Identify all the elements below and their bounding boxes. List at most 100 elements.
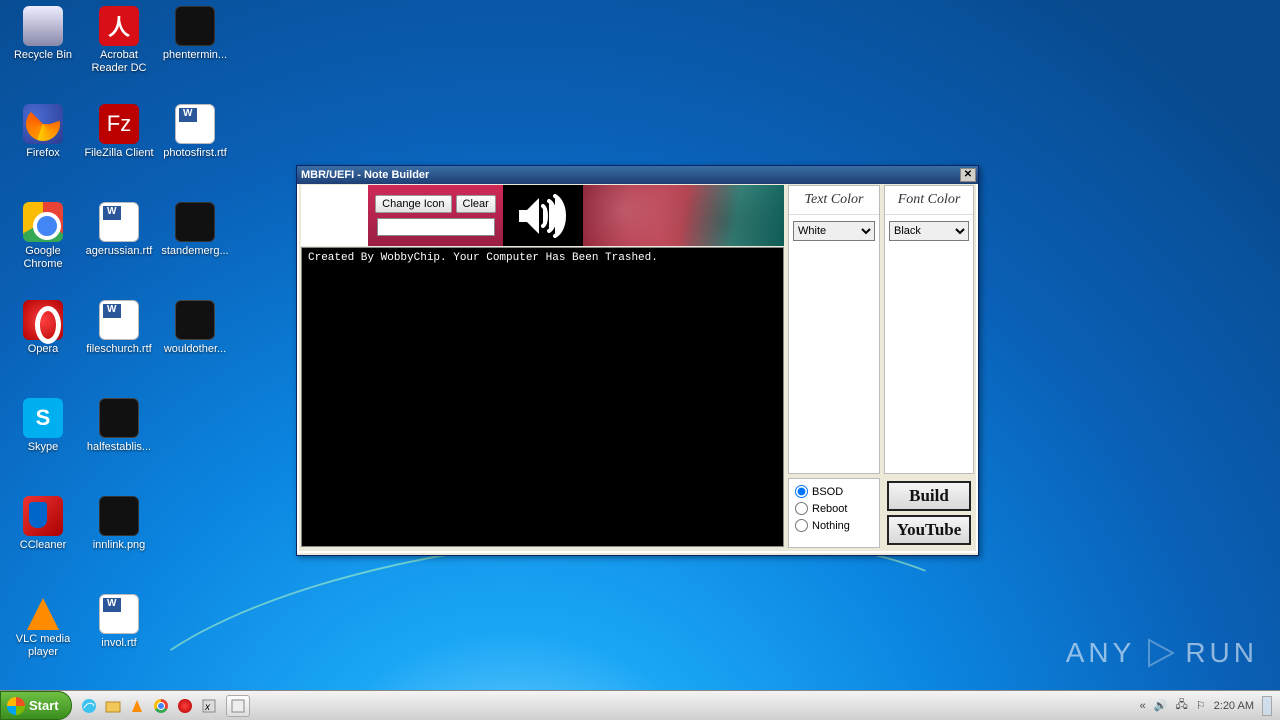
window-title: MBR/UEFI - Note Builder [301,169,960,181]
desktop-icon-label: agerussian.rtf [82,245,156,258]
windows-logo-icon [7,697,25,715]
svg-text:x: x [204,702,211,713]
change-icon-button[interactable]: Change Icon [375,195,451,213]
ff-icon [23,104,63,144]
desktop-icon[interactable]: agerussian.rtf [82,202,156,258]
banner-art [583,185,784,246]
explorer-icon[interactable] [102,695,124,717]
desktop-icon-label: standemerg... [158,245,232,258]
desktop-icon-label: wouldother... [158,343,232,356]
font-color-panel: Font Color Black [884,185,974,474]
radio-reboot[interactable]: Reboot [795,502,873,515]
desktop-icon-label: fileschurch.rtf [82,343,156,356]
desktop-icon-label: Firefox [6,147,80,160]
img-icon [175,300,215,340]
payload-radios: BSOD Reboot Nothing [788,478,880,548]
vlc-icon [27,598,59,630]
desktop-icon[interactable]: phentermin... [158,6,232,62]
flag-icon[interactable]: ⚐ [1196,699,1206,712]
desktop-icon-label: CCleaner [6,539,80,552]
doc-icon [175,104,215,144]
radio-label: BSOD [812,486,843,498]
desktop-icon[interactable]: VLC media player [6,594,80,659]
desktop-icon-label: Skype [6,441,80,454]
desktop-icon[interactable]: innlink.png [82,496,156,552]
sound-icon[interactable] [503,185,583,246]
ie-icon[interactable] [78,695,100,717]
start-button[interactable]: Start [0,691,72,720]
console-output[interactable]: Created By WobbyChip. Your Computer Has … [301,247,784,547]
desktop-icon[interactable]: Recycle Bin [6,6,80,62]
doc-icon [99,594,139,634]
doc-icon [99,300,139,340]
desktop-icon-label: FileZilla Client [82,147,156,160]
quick-launch: x [78,695,220,717]
desktop-icon-label: halfestablis... [82,441,156,454]
desktop-icon[interactable]: wouldother... [158,300,232,356]
desktop-icon-label: VLC media player [6,633,80,659]
doc-icon [99,202,139,242]
titlebar[interactable]: MBR/UEFI - Note Builder ✕ [297,166,978,184]
desktop-icon-label: Opera [6,343,80,356]
anyrun-watermark: ANY RUN [1066,636,1258,670]
icon-preview [301,185,368,246]
desktop-icon[interactable]: CCleaner [6,496,80,552]
desktop-icon[interactable]: Firefox [6,104,80,160]
desktop-icon-label: Google Chrome [6,245,80,271]
tray-expand-icon[interactable]: « [1140,700,1146,712]
radio-label: Nothing [812,520,850,532]
taskbar: Start x « 🔊 🖧 ⚐ 2:20 AM [0,690,1280,720]
radio-input[interactable] [795,502,808,515]
text-color-header: Text Color [789,186,879,215]
desktop-icon[interactable]: Google Chrome [6,202,80,271]
desktop: Recycle Bin 人 Acrobat Reader DCphentermin.… [0,0,1280,720]
chrome-icon[interactable] [150,695,172,717]
skype-icon: S [23,398,63,438]
bin-icon [23,6,63,46]
banner: Change Icon Clear [301,185,784,246]
desktop-icon-label: Acrobat Reader DC [82,49,156,75]
font-color-header: Font Color [885,186,973,215]
close-icon[interactable]: ✕ [960,168,976,182]
youtube-button[interactable]: YouTube [887,515,971,545]
desktop-icon[interactable]: Fz FileZilla Client [82,104,156,160]
desktop-icon[interactable]: S Skype [6,398,80,454]
app-icon[interactable]: x [198,695,220,717]
volume-icon[interactable]: 🔊 [1154,699,1168,712]
dark-icon [175,6,215,46]
icon-path-input[interactable] [377,218,495,236]
clock[interactable]: 2:20 AM [1214,700,1254,712]
radio-input[interactable] [795,519,808,532]
text-color-select[interactable]: White [793,221,875,241]
font-color-select[interactable]: Black [889,221,969,241]
desktop-icon-label: invol.rtf [82,637,156,650]
desktop-icon[interactable]: invol.rtf [82,594,156,650]
desktop-icon-label: photosfirst.rtf [158,147,232,160]
desktop-icon[interactable]: 人 Acrobat Reader DC [82,6,156,75]
network-icon[interactable]: 🖧 [1176,696,1188,715]
radio-nothing[interactable]: Nothing [795,519,873,532]
build-button[interactable]: Build [887,481,971,511]
radio-bsod[interactable]: BSOD [795,485,873,498]
clear-button[interactable]: Clear [456,195,496,213]
taskbar-running-app[interactable] [226,695,250,717]
desktop-icon[interactable]: fileschurch.rtf [82,300,156,356]
action-buttons: Build YouTube [884,478,974,548]
desktop-icon[interactable]: standemerg... [158,202,232,258]
vlc-icon[interactable] [126,695,148,717]
cclean-icon [23,496,63,536]
show-desktop[interactable] [1262,696,1272,716]
dark-icon [175,202,215,242]
window-body: Change Icon Clear Created By WobbyChip. … [297,184,978,553]
acrobat-icon: 人 [99,6,139,46]
system-tray: « 🔊 🖧 ⚐ 2:20 AM [1132,696,1280,716]
fz-icon: Fz [99,104,139,144]
desktop-icon[interactable]: halfestablis... [82,398,156,454]
opera-icon[interactable] [174,695,196,717]
radio-input[interactable] [795,485,808,498]
note-builder-window: MBR/UEFI - Note Builder ✕ Change Icon Cl… [296,165,979,556]
desktop-icon[interactable]: photosfirst.rtf [158,104,232,160]
desktop-icon[interactable]: Opera [6,300,80,356]
radio-label: Reboot [812,503,847,515]
img-icon [99,398,139,438]
